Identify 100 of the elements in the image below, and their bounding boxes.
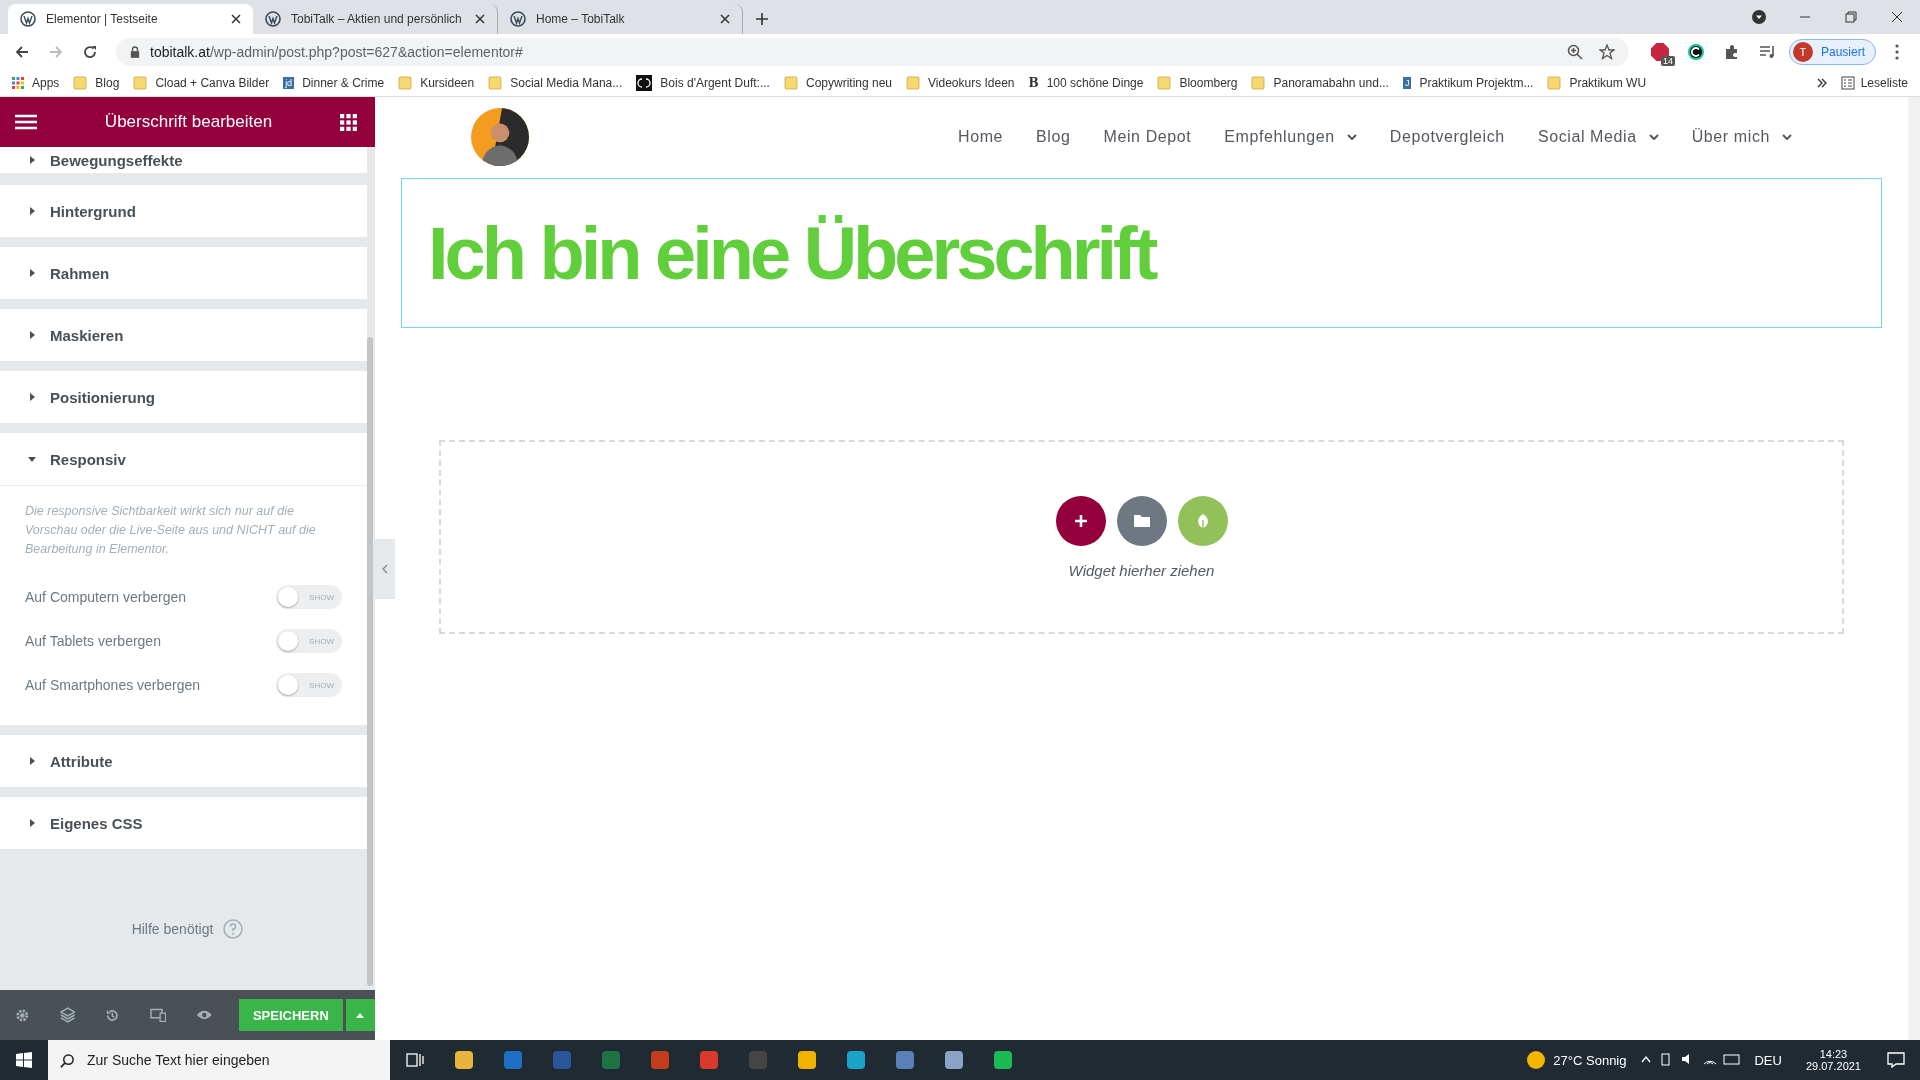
chevron-icon[interactable] [1346,134,1357,140]
section-header[interactable]: Maskieren [0,309,367,361]
description-text: Die responsive Sichtbarkeit wirkt sich nur auf die Vorschau oder die Live-Seite aus und NICHT auf die Bearbeitung in Elementor. [25,503,317,558]
wordpress-icon [510,11,526,27]
section-header[interactable]: Responsiv [0,433,367,485]
caret-icon [28,156,36,164]
nav-link[interactable]: Home [958,128,1004,146]
nav-link[interactable]: Depotvergleich [1389,128,1505,146]
responsive-icon[interactable] [149,1008,167,1022]
bookmark[interactable]: Panoramabahn und... [1251,76,1389,90]
folder-icon [73,76,88,90]
profile-button[interactable]: T Pausiert [1788,39,1876,65]
heading-text: Ich bin eine Überschrift [428,210,1155,296]
lock-icon[interactable] [130,46,140,58]
caret-icon [28,757,36,765]
section-header[interactable]: Attribute [0,735,367,787]
list-icon [1840,76,1855,90]
section-header[interactable]: Positionierung [0,371,367,423]
search-icon[interactable] [60,1052,75,1068]
caret-icon [28,331,36,339]
clock-time[interactable]: 14:23 [1819,1048,1848,1060]
plus-icon [1073,513,1088,528]
zoom-icon[interactable] [1566,44,1583,60]
language-indicator[interactable]: DEU [1754,1052,1782,1068]
bookmark[interactable]: jd Dinner & Crime [283,76,385,90]
chevron-icon [382,564,388,574]
bookmark[interactable]: J Praktikum Projektm... [1402,76,1534,90]
weather-text[interactable]: 27°C Sonnig [1553,1052,1627,1068]
nav-link[interactable]: Mein Depot [1103,128,1192,146]
browser-tab[interactable]: Elementor | Testseite [8,4,253,34]
sun-icon[interactable] [1527,1051,1546,1069]
close-tab-icon[interactable] [231,14,241,24]
close-tab-icon[interactable] [475,14,485,24]
nav-link[interactable]: Empfehlungen [1224,128,1335,146]
settings-icon[interactable] [15,1007,30,1023]
folder-icon [906,76,920,90]
folder-icon [488,76,503,90]
bookmark[interactable]: Blog [73,76,120,90]
history-icon[interactable] [105,1007,120,1023]
apps-grid-icon [12,77,24,89]
caret-icon [28,819,36,827]
bookmark[interactable]: Kursideen [398,76,475,90]
taskbar-search-bar[interactable]: Zur Suche Text hier eingeben [48,1040,390,1080]
clock-date[interactable]: 29.07.2021 [1805,1060,1861,1072]
reading-list-button[interactable]: Leseliste [1840,76,1908,90]
wordpress-icon [265,11,281,27]
chevron-icon[interactable] [1782,134,1792,140]
section-header[interactable]: Eigenes CSS [0,797,367,849]
scrollbar[interactable] [367,337,373,986]
search-input-field[interactable]: Zur Suche Text hier eingeben [87,1052,390,1068]
nav-link[interactable]: Über mich [1691,128,1770,146]
help-text[interactable]: Hilfe benötigt [131,921,214,937]
section-header[interactable]: Bewegungseffekte [0,147,367,173]
nav-link[interactable]: Blog [1036,128,1071,146]
leaf-icon [1195,512,1210,529]
toggle-label: Auf Computern verbergen [25,589,187,605]
folder-icon [1157,76,1172,90]
save-options-button[interactable] [345,999,375,1031]
chevron-icon[interactable] [1648,134,1659,140]
caret-icon [28,207,36,215]
bookmark[interactable]: Social Media Mana... [488,76,623,90]
bookmark[interactable]: Copywriting neu [783,76,892,90]
caret-icon [28,455,36,463]
caret-icon [28,269,36,277]
folder-icon [783,76,798,90]
bookmark[interactable]: Bloomberg [1157,76,1238,90]
layers-icon[interactable] [59,1007,76,1023]
panel-title: Überschrift bearbeiten [104,112,273,132]
caret-icon [356,1012,365,1018]
new-tab-icon[interactable] [755,12,769,26]
bookmark[interactable]: Apps [12,76,60,90]
folder-icon [1133,514,1150,527]
bookmark[interactable]: Cload + Canva Bilder [133,76,270,90]
preview-eye-icon[interactable] [196,1009,213,1021]
bookmark[interactable]: B 100 schöne Dinge [1028,76,1144,90]
bookmark[interactable]: Bois d'Argent Duft:... [636,75,770,91]
folder-icon [1251,76,1266,90]
bookmark[interactable]: Videokurs Ideen [906,76,1015,90]
star-icon[interactable] [1598,44,1615,60]
browser-tab[interactable]: TobiTalk – Aktien und persönlich [253,4,498,34]
avatar-icon[interactable] [471,108,529,166]
bookmark[interactable]: Praktikum WU [1547,76,1647,90]
widgets-grid-icon[interactable] [340,113,357,131]
wordpress-icon [20,11,36,27]
menu-icon[interactable] [15,114,37,130]
section-header[interactable]: Hintergrund [0,185,367,237]
caret-icon [28,393,36,401]
toggle-label: Auf Smartphones verbergen [25,677,201,693]
more-bookmarks-icon[interactable] [1816,78,1827,88]
scrollbar[interactable] [1908,97,1920,1040]
close-tab-icon[interactable] [720,14,730,24]
address-field[interactable]: tobitalk.at/wp-admin/post.php?post=627&action=elementor# [116,38,1629,66]
folder-icon [1547,76,1562,90]
toggle-label: Auf Tablets verbergen [25,633,161,649]
site-logo-icon [636,75,653,91]
browser-tab[interactable]: Home – TobiTalk [498,4,743,34]
section-header[interactable]: Rahmen [0,247,367,299]
folder-icon [133,76,148,90]
nav-link[interactable]: Social Media [1537,128,1637,146]
folder-icon [398,76,413,90]
